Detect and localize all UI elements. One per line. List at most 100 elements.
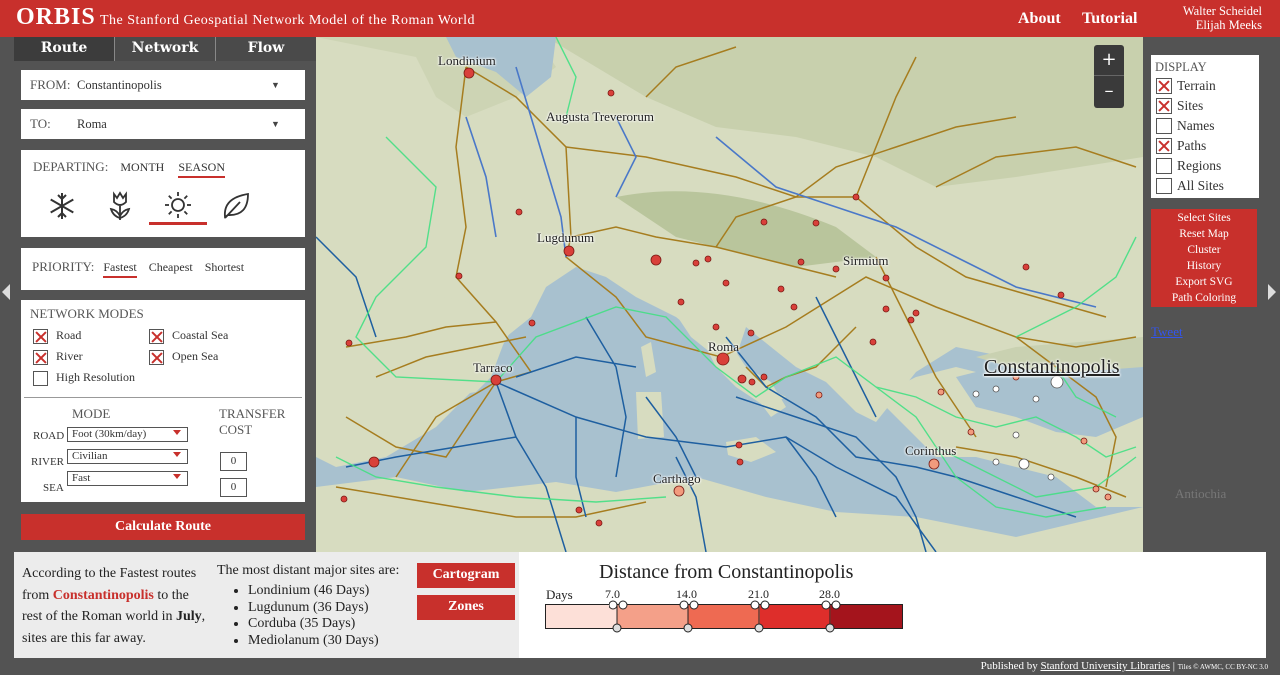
dropdown-arrow-icon: ▼	[271, 119, 280, 129]
snowflake-icon[interactable]	[33, 187, 91, 225]
legend-handles[interactable]	[609, 598, 909, 636]
mode-coastal-sea[interactable]: Coastal Sea	[149, 328, 228, 344]
legend-title: Distance from Constantinopolis	[599, 561, 854, 583]
to-label: TO:	[30, 116, 51, 131]
paths-checkbox[interactable]	[1156, 138, 1172, 154]
tab-flow[interactable]: Flow	[216, 37, 316, 61]
high-resolution-checkbox[interactable]	[33, 370, 48, 386]
export-svg-button[interactable]: Export SVG	[1151, 274, 1257, 290]
legend-days-label: Days	[546, 587, 573, 602]
names-checkbox[interactable]	[1156, 118, 1172, 134]
city-label: Corinthus	[905, 443, 957, 458]
to-select[interactable]: TO: Roma ▼	[21, 109, 305, 139]
mode-open-sea-label: Open Sea	[172, 349, 219, 363]
summary-month: July	[175, 609, 202, 624]
city-label: Roma	[708, 339, 740, 354]
mode-coastal-label: Coastal Sea	[172, 328, 229, 342]
terrain-checkbox[interactable]	[1156, 78, 1172, 94]
footer-credits: Published by Stanford University Librari…	[980, 660, 1268, 672]
display-sites[interactable]: Sites	[1155, 96, 1255, 116]
tab-network[interactable]: Network	[115, 37, 216, 61]
summary-text: According to the Fastest routes from Con…	[22, 563, 217, 649]
mode-high-resolution[interactable]: High Resolution	[33, 370, 135, 386]
map-view[interactable]: Londinium Augusta Treverorum Lugdunum Si…	[316, 37, 1143, 552]
calculate-route-button[interactable]: Calculate Route	[21, 514, 305, 540]
sea-mode-select[interactable]: Fast	[67, 471, 188, 486]
summary-fragment: to the	[153, 587, 189, 603]
road-label: ROAD	[33, 430, 65, 442]
display-options: DISPLAY Terrain Sites Names Paths Region…	[1151, 55, 1259, 198]
display-all-sites[interactable]: All Sites	[1155, 176, 1255, 196]
month-option[interactable]: MONTH	[120, 160, 164, 174]
display-terrain-label: Terrain	[1177, 78, 1216, 93]
zones-button[interactable]: Zones	[417, 595, 515, 620]
sea-transfer-cost-input[interactable]: 0	[220, 478, 247, 497]
tab-route[interactable]: Route	[14, 37, 115, 61]
sun-icon[interactable]	[149, 187, 207, 225]
summary-fragment: from	[22, 587, 53, 603]
list-item: Corduba (35 Days)	[248, 616, 379, 633]
open-sea-checkbox[interactable]	[149, 349, 164, 365]
footer-text: Published by	[980, 660, 1041, 672]
cluster-button[interactable]: Cluster	[1151, 242, 1257, 258]
transfer-header-line: TRANSFER	[219, 406, 286, 421]
summary-line: rest of the Roman world in July,	[22, 606, 217, 628]
cartogram-button[interactable]: Cartogram	[417, 563, 515, 588]
tulip-icon[interactable]	[91, 187, 149, 225]
city-label: Tarraco	[473, 360, 513, 375]
road-mode-select[interactable]: Foot (30km/day)	[67, 427, 188, 442]
path-coloring-button[interactable]: Path Coloring	[1151, 290, 1257, 306]
road-checkbox[interactable]	[33, 328, 48, 344]
coastal-sea-checkbox[interactable]	[149, 328, 164, 344]
priority-cheapest[interactable]: Cheapest	[149, 260, 193, 274]
leaf-icon[interactable]	[207, 187, 265, 225]
tweet-link[interactable]: Tweet	[1151, 324, 1183, 340]
river-mode-select[interactable]: Civilian	[67, 449, 188, 464]
map-actions: Select Sites Reset Map Cluster History E…	[1151, 209, 1257, 307]
display-title: DISPLAY	[1155, 60, 1207, 74]
mode-open-sea[interactable]: Open Sea	[149, 349, 218, 365]
display-sites-label: Sites	[1177, 98, 1204, 113]
city-label: Lugdunum	[537, 230, 595, 245]
city-label-selected: Constantinopolis	[984, 356, 1120, 378]
from-select[interactable]: FROM: Constantinopolis ▼	[21, 70, 305, 100]
regions-checkbox[interactable]	[1156, 158, 1172, 174]
river-checkbox[interactable]	[33, 349, 48, 365]
display-names[interactable]: Names	[1155, 116, 1255, 136]
map-canvas[interactable]	[316, 37, 1143, 552]
season-option[interactable]: SEASON	[178, 160, 225, 178]
dropdown-arrow-icon: ▼	[271, 80, 280, 90]
author-name: Walter Scheidel	[1182, 4, 1262, 18]
mode-river[interactable]: River	[33, 349, 83, 365]
priority-shortest[interactable]: Shortest	[205, 260, 244, 274]
nav-about[interactable]: About	[1018, 10, 1061, 28]
display-regions[interactable]: Regions	[1155, 156, 1255, 176]
sea-mode-value: Fast	[72, 472, 91, 484]
tiles-credit: Tiles © AWMC, CC BY-NC 3.0	[1177, 663, 1268, 671]
all-sites-checkbox[interactable]	[1156, 178, 1172, 194]
sites-checkbox[interactable]	[1156, 98, 1172, 114]
app-logo[interactable]: ORBIS	[16, 4, 96, 31]
season-icons	[33, 187, 305, 225]
list-item: Lugdunum (36 Days)	[248, 600, 379, 617]
mode-road[interactable]: Road	[33, 328, 81, 344]
nav-tutorial[interactable]: Tutorial	[1082, 10, 1137, 28]
summary-line: According to the Fastest routes	[22, 566, 197, 581]
river-transfer-cost-input[interactable]: 0	[220, 452, 247, 471]
priority-fastest[interactable]: Fastest	[103, 260, 137, 278]
reset-map-button[interactable]: Reset Map	[1151, 226, 1257, 242]
library-link[interactable]: Stanford University Libraries	[1040, 660, 1170, 672]
mode-header: MODE	[72, 406, 111, 421]
distant-title: The most distant major sites are:	[217, 563, 400, 578]
network-modes-box: NETWORK MODES Road Coastal Sea River Ope…	[21, 300, 305, 502]
zoom-in-button[interactable]: +	[1094, 45, 1124, 76]
zoom-out-button[interactable]: –	[1094, 76, 1124, 107]
display-terrain[interactable]: Terrain	[1155, 76, 1255, 96]
footer: Published by Stanford University Librari…	[0, 658, 1280, 675]
select-sites-button[interactable]: Select Sites	[1151, 210, 1257, 226]
display-paths[interactable]: Paths	[1155, 136, 1255, 156]
summary-line: from Constantinopolis to the	[22, 585, 217, 607]
history-button[interactable]: History	[1151, 258, 1257, 274]
collapse-left-arrow-icon[interactable]	[2, 284, 10, 300]
collapse-right-arrow-icon[interactable]	[1268, 284, 1276, 300]
